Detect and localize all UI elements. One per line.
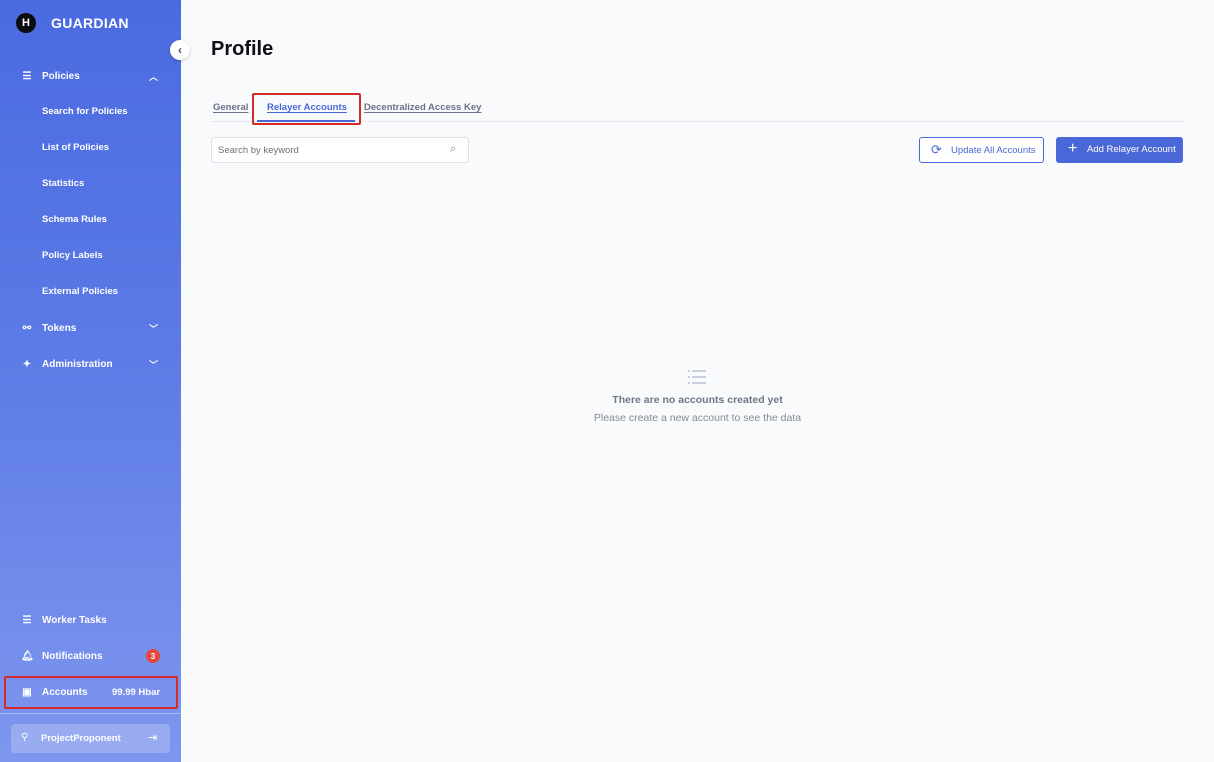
nav-tokens[interactable]: ⚯ Tokens ﹀ xyxy=(0,314,181,342)
brand-name: GUARDIAN xyxy=(51,15,129,31)
tab-highlight xyxy=(252,93,361,125)
chevron-down-icon: ﹀ xyxy=(149,359,159,370)
brand[interactable]: H GUARDIAN xyxy=(16,13,129,33)
refresh-icon: ⟳ xyxy=(931,142,942,157)
sidebar-divider xyxy=(0,713,181,714)
nav-search-for-policies[interactable]: Search for Policies xyxy=(42,104,128,120)
nav-worker-tasks[interactable]: ☰ Worker Tasks xyxy=(0,606,181,634)
plus-icon: + xyxy=(1068,140,1078,157)
nav-administration[interactable]: ✦ Administration ﹀ xyxy=(0,350,181,378)
logout-icon[interactable]: ⇥ xyxy=(148,731,157,744)
empty-state-subtitle: Please create a new account to see the d… xyxy=(593,412,802,424)
search-icon[interactable]: ⌕ xyxy=(450,143,456,156)
chevron-down-icon: ﹀ xyxy=(149,323,159,334)
add-relayer-account-button[interactable]: + Add Relayer Account xyxy=(1056,137,1183,163)
nav-policies[interactable]: ☰ Policies ︿ xyxy=(0,62,181,90)
user-name: ProjectProponent xyxy=(41,733,121,744)
wallet-icon: ▣ xyxy=(22,686,32,698)
nav-schema-rules[interactable]: Schema Rules xyxy=(42,212,107,228)
bell-icon: 🔔︎ xyxy=(21,650,34,662)
sparkle-icon: ✦ xyxy=(22,358,32,370)
nav-notifications[interactable]: 🔔︎ Notifications 3 xyxy=(0,642,181,670)
user-icon: ⚲ xyxy=(21,732,29,743)
nav-list-of-policies[interactable]: List of Policies xyxy=(42,140,109,156)
chevron-left-icon[interactable]: ‹ xyxy=(170,40,190,60)
page-title: Profile xyxy=(211,38,274,60)
nav-policy-labels[interactable]: Policy Labels xyxy=(42,248,103,264)
tab-general[interactable]: General xyxy=(213,102,248,113)
nav-worker-tasks-label: Worker Tasks xyxy=(42,614,107,626)
nav-accounts-label: Accounts xyxy=(42,686,88,698)
link-icon: ⚯ xyxy=(22,322,32,334)
main-content: Profile General Relayer Accounts Decentr… xyxy=(181,0,1214,762)
nav-administration-label: Administration xyxy=(42,358,113,370)
list-icon xyxy=(688,370,706,384)
nav-external-policies[interactable]: External Policies xyxy=(42,284,118,300)
nav-policies-label: Policies xyxy=(42,70,80,82)
notifications-badge: 3 xyxy=(146,649,160,663)
empty-state-title: There are no accounts created yet xyxy=(612,394,783,406)
user-profile[interactable]: ⚲ ProjectProponent ⇥ xyxy=(11,724,170,753)
nav-notifications-label: Notifications xyxy=(42,650,103,662)
tab-decentralized-access-key[interactable]: Decentralized Access Key xyxy=(364,102,481,113)
nav-statistics[interactable]: Statistics xyxy=(42,176,84,192)
search-input[interactable] xyxy=(218,143,438,158)
search-box: ⌕ xyxy=(211,137,469,163)
nav-accounts[interactable]: ▣ Accounts 99.99 Hbar xyxy=(0,678,181,706)
list-icon: ☰ xyxy=(22,614,32,626)
chevron-up-icon: ︿ xyxy=(149,71,159,82)
update-all-accounts-button[interactable]: ⟳ Update All Accounts xyxy=(919,137,1044,163)
hedera-logo-icon: H xyxy=(16,13,36,33)
sidebar: H GUARDIAN ☰ Policies ︿ Search for Polic… xyxy=(0,0,181,762)
add-relayer-account-label: Add Relayer Account xyxy=(1087,144,1176,155)
nav-tokens-label: Tokens xyxy=(42,322,77,334)
accounts-balance: 99.99 Hbar xyxy=(112,686,161,698)
list-icon: ☰ xyxy=(22,70,32,82)
update-all-accounts-label: Update All Accounts xyxy=(951,145,1036,156)
